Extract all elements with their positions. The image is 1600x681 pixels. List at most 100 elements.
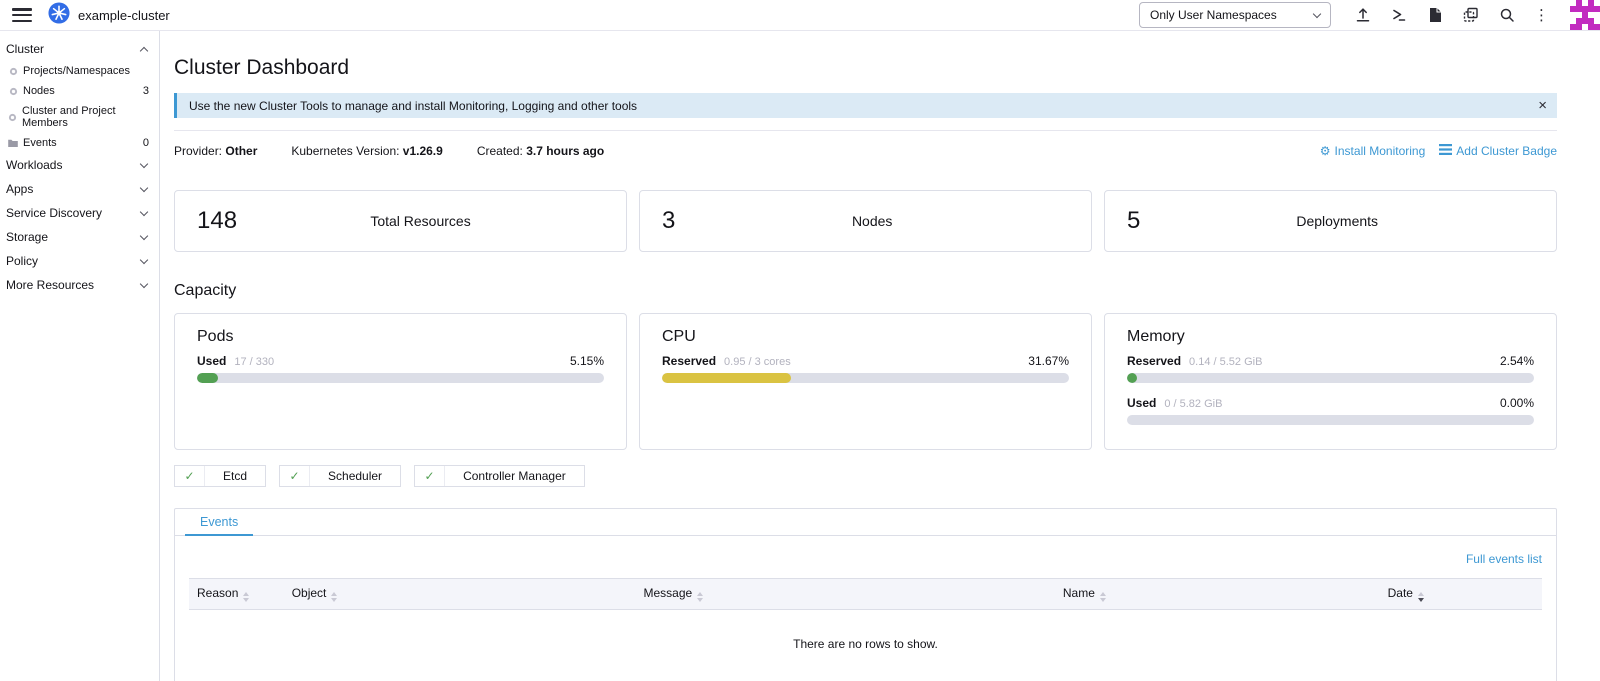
- namespace-filter-select[interactable]: Only User Namespaces: [1139, 2, 1331, 28]
- deployments-value: 5: [1127, 207, 1140, 235]
- namespace-filter-value: Only User Namespaces: [1150, 8, 1277, 22]
- resource-circle-icon: [8, 112, 17, 122]
- controller-manager-status-badge: ✓ Controller Manager: [414, 465, 585, 487]
- column-header-message[interactable]: Message: [635, 579, 1054, 610]
- cluster-tools-banner: Use the new Cluster Tools to manage and …: [174, 93, 1557, 118]
- sidebar-item-label: Events: [23, 137, 57, 149]
- sidebar-group-label: Storage: [6, 230, 48, 244]
- progress-bar-track: [1127, 415, 1534, 425]
- cluster-name: example-cluster: [78, 8, 170, 23]
- sidebar-item-count: 0: [143, 137, 149, 149]
- etcd-status-badge: ✓ Etcd: [174, 465, 266, 487]
- add-cluster-badge-link[interactable]: Add Cluster Badge: [1439, 144, 1557, 158]
- empty-table-row: There are no rows to show.: [189, 610, 1542, 681]
- install-monitoring-link[interactable]: ⚙ Install Monitoring: [1320, 144, 1425, 158]
- resource-circle-icon: [8, 66, 18, 76]
- sidebar-item-cluster-members[interactable]: Cluster and Project Members: [0, 101, 159, 133]
- search-icon[interactable]: [1498, 7, 1515, 24]
- sort-icon: [697, 592, 703, 602]
- folder-icon: [8, 138, 18, 148]
- kebab-menu-icon[interactable]: ⋮: [1534, 8, 1549, 23]
- sidebar-group-more-resources[interactable]: More Resources: [0, 273, 159, 297]
- sidebar-nav: Cluster Projects/Namespaces Nodes 3 Clus…: [0, 31, 160, 681]
- nodes-card: 3 Nodes: [639, 190, 1092, 252]
- check-icon: ✓: [415, 466, 445, 486]
- progress-bar-fill: [662, 373, 791, 383]
- sidebar-item-events[interactable]: Events 0: [0, 133, 159, 153]
- pods-title: Pods: [197, 328, 604, 346]
- empty-table-message: There are no rows to show.: [189, 610, 1542, 681]
- chevron-down-icon: [140, 207, 148, 215]
- chevron-down-icon: [1313, 9, 1321, 17]
- sidebar-group-workloads[interactable]: Workloads: [0, 153, 159, 177]
- provider-info: Provider: Other: [174, 144, 257, 158]
- tab-events[interactable]: Events: [185, 509, 253, 536]
- kubectl-shell-icon[interactable]: [1390, 7, 1407, 24]
- pods-used-gauge: Used 17 / 330 5.15%: [197, 354, 604, 383]
- chevron-up-icon: [140, 46, 148, 54]
- cluster-brand[interactable]: example-cluster: [48, 2, 170, 29]
- events-table: Reason Object Message Name Date There ar…: [189, 578, 1542, 681]
- column-header-name[interactable]: Name: [1055, 579, 1380, 610]
- hamburger-menu-icon[interactable]: [12, 8, 32, 22]
- total-resources-value: 148: [197, 207, 237, 235]
- events-panel: Events Full events list Reason Object Me…: [174, 508, 1557, 681]
- sidebar-group-service-discovery[interactable]: Service Discovery: [0, 201, 159, 225]
- k8s-version-info: Kubernetes Version: v1.26.9: [291, 144, 442, 158]
- progress-bar-track: [197, 373, 604, 383]
- badge-icon: [1439, 144, 1452, 158]
- sidebar-group-label: Workloads: [6, 158, 62, 172]
- sidebar-item-label: Cluster and Project Members: [22, 105, 149, 129]
- column-header-reason[interactable]: Reason: [189, 579, 284, 610]
- component-status-row: ✓ Etcd ✓ Scheduler ✓ Controller Manager: [174, 465, 1557, 487]
- memory-reserved-gauge: Reserved 0.14 / 5.52 GiB 2.54%: [1127, 354, 1534, 383]
- sidebar-item-nodes[interactable]: Nodes 3: [0, 81, 159, 101]
- full-events-list-link[interactable]: Full events list: [1466, 552, 1542, 566]
- progress-bar-fill: [1127, 373, 1137, 383]
- sidebar-group-label: Cluster: [6, 42, 44, 56]
- count-cards-row: 148 Total Resources 3 Nodes 5 Deployment…: [174, 190, 1557, 252]
- sidebar-item-label: Projects/Namespaces: [23, 65, 130, 77]
- cpu-title: CPU: [662, 328, 1069, 346]
- nodes-label: Nodes: [675, 213, 1069, 229]
- pods-capacity-card: Pods Used 17 / 330 5.15%: [174, 313, 627, 450]
- close-icon[interactable]: ×: [1538, 98, 1547, 113]
- chevron-down-icon: [140, 279, 148, 287]
- gear-icon: ⚙: [1320, 144, 1331, 158]
- nodes-value: 3: [662, 207, 675, 235]
- column-header-date[interactable]: Date: [1380, 579, 1542, 610]
- resource-circle-icon: [8, 86, 18, 96]
- deployments-card: 5 Deployments: [1104, 190, 1557, 252]
- page-title: Cluster Dashboard: [174, 56, 1557, 80]
- sidebar-group-storage[interactable]: Storage: [0, 225, 159, 249]
- progress-bar-track: [1127, 373, 1534, 383]
- events-table-header-row: Reason Object Message Name Date: [189, 579, 1542, 610]
- column-header-object[interactable]: Object: [284, 579, 636, 610]
- cpu-reserved-gauge: Reserved 0.95 / 3 cores 31.67%: [662, 354, 1069, 383]
- main-content: Cluster Dashboard Use the new Cluster To…: [160, 31, 1600, 681]
- deployments-label: Deployments: [1140, 213, 1534, 229]
- sidebar-group-apps[interactable]: Apps: [0, 177, 159, 201]
- check-icon: ✓: [280, 466, 310, 486]
- sidebar-group-policy[interactable]: Policy: [0, 249, 159, 273]
- divider: [174, 130, 1557, 131]
- memory-used-gauge: Used 0 / 5.82 GiB 0.00%: [1127, 396, 1534, 425]
- top-header: example-cluster Only User Namespaces: [0, 0, 1600, 31]
- glance-row: Provider: Other Kubernetes Version: v1.2…: [174, 144, 1557, 158]
- import-yaml-icon[interactable]: [1354, 7, 1371, 24]
- copy-kubeconfig-icon[interactable]: [1462, 7, 1479, 24]
- sidebar-item-label: Nodes: [23, 85, 55, 97]
- progress-bar-track: [662, 373, 1069, 383]
- check-icon: ✓: [175, 466, 205, 486]
- sidebar-group-cluster[interactable]: Cluster: [0, 37, 159, 61]
- events-tab-bar: Events: [175, 509, 1556, 536]
- download-kubeconfig-icon[interactable]: [1426, 7, 1443, 24]
- capacity-cards-row: Pods Used 17 / 330 5.15% CPU Reserved 0.…: [174, 313, 1557, 450]
- user-avatar-identicon[interactable]: [1570, 0, 1600, 30]
- total-resources-card: 148 Total Resources: [174, 190, 627, 252]
- sort-icon: [1100, 592, 1106, 602]
- chevron-down-icon: [140, 231, 148, 239]
- chevron-down-icon: [140, 159, 148, 167]
- sidebar-item-projects-namespaces[interactable]: Projects/Namespaces: [0, 61, 159, 81]
- memory-title: Memory: [1127, 328, 1534, 346]
